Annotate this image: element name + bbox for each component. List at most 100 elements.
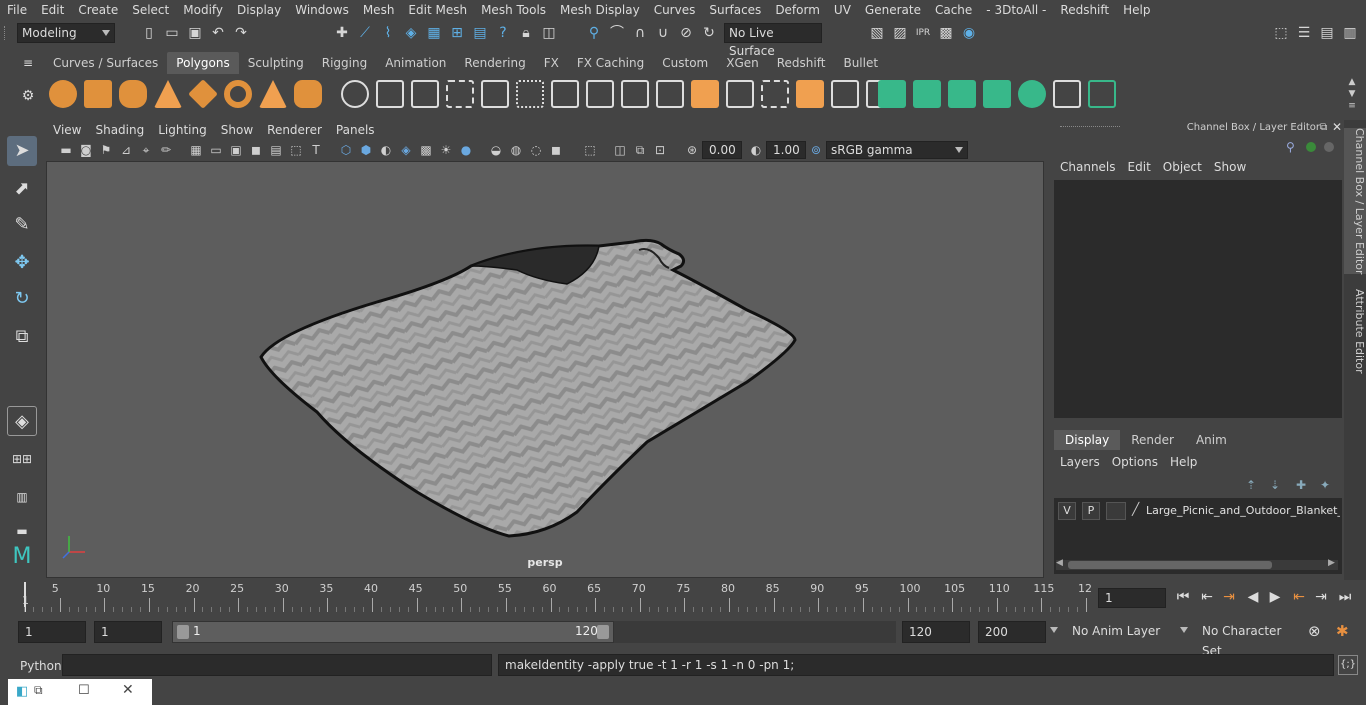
layer-visibility-toggle[interactable]: V [1058,502,1076,520]
viewport-menu-lighting[interactable]: Lighting [151,123,214,137]
current-frame-field[interactable]: 1 [1098,588,1166,608]
new-scene-icon[interactable]: ▯ [140,24,158,42]
layer-menu-help[interactable]: Help [1164,455,1203,469]
viewport-menu-show[interactable]: Show [214,123,260,137]
maximize-icon[interactable]: ☐ [78,683,90,698]
command-input[interactable] [62,654,492,676]
attribute-editor-toggle-icon[interactable]: ☰ [1295,24,1313,42]
tag-icon[interactable]: ⊘ [677,24,695,42]
menu-mesh[interactable]: Mesh [356,0,402,20]
side-tab-attribute-editor[interactable]: Attribute Editor [1344,288,1366,374]
render-sequence-icon[interactable]: ▨ [891,24,909,42]
window-app-icon[interactable]: ◧ [16,684,28,699]
viewport-menu-renderer[interactable]: Renderer [260,123,329,137]
menu-display[interactable]: Display [230,0,288,20]
channel-box-toggle-icon[interactable]: ▥ [1341,24,1359,42]
anim-layer-selector[interactable]: No Anim Layer [1066,621,1172,643]
shelf-settings-gear-icon[interactable]: ⚙ [18,88,38,108]
layer-tab-anim[interactable]: Anim [1185,430,1238,450]
backface-icon[interactable]: ⊡ [652,142,668,158]
snap-grid-icon[interactable]: ◈ [402,24,420,42]
range-end-handle[interactable] [597,625,609,639]
lasso-icon[interactable]: ⌒ [608,24,626,42]
uv-editor-icon[interactable] [831,80,859,108]
film-gate-icon[interactable]: ▭ [208,142,224,158]
poly-plane-icon[interactable] [188,79,218,109]
playback-end-field[interactable]: 120 [902,621,970,643]
step-forward-key-icon[interactable]: ⇤ [1290,588,1308,606]
mirror-icon[interactable] [411,80,439,108]
multi-cut-icon[interactable] [586,80,614,108]
grip-handle[interactable] [4,26,8,40]
move-layer-up-icon[interactable]: ⇡ [1246,478,1256,492]
layer-name[interactable]: Large_Picnic_and_Outdoor_Blanket_C [1146,504,1340,517]
modeling-toolkit-icon[interactable]: ⬚ [1272,24,1290,42]
bevel-icon[interactable] [551,80,579,108]
step-back-key-icon[interactable]: ⇥ [1220,588,1238,606]
exposure-field[interactable]: 0.00 [702,141,742,159]
gamma-field[interactable]: 1.00 [766,141,806,159]
custom-tool-3-icon[interactable] [948,80,976,108]
camera-select-icon[interactable]: ▬ [58,142,74,158]
channel-box-menu-channels[interactable]: Channels [1054,160,1122,174]
shelf-menu-icon[interactable]: ≡ [18,56,38,70]
menu-help[interactable]: Help [1116,0,1157,20]
ipr-render-icon[interactable]: IPR [914,24,932,42]
poly-cylinder-icon[interactable] [119,80,147,108]
key-icon[interactable]: ⚲ [1286,140,1295,154]
go-to-start-icon[interactable]: ⏮ [1174,588,1192,606]
poly-cube-icon[interactable] [84,80,112,108]
channel-box-area[interactable] [1054,180,1342,418]
close-panel-icon[interactable]: ✕ [1332,120,1342,134]
select-hierarchy-icon[interactable]: ✚ [333,24,351,42]
combine-icon[interactable] [341,80,369,108]
channel-box-menu-show[interactable]: Show [1208,160,1252,174]
snap-curve-icon[interactable]: ▦ [425,24,443,42]
layer-menu-layers[interactable]: Layers [1054,455,1106,469]
menu-mesh-display[interactable]: Mesh Display [553,0,647,20]
checker-icon[interactable] [1053,80,1081,108]
camera-attributes-icon[interactable]: ◙ [78,142,94,158]
live-surface-field[interactable]: No Live Surface [724,23,822,58]
snap-surface-icon[interactable]: ? [494,24,512,42]
lasso-tool-icon[interactable]: ⬈ [7,174,37,204]
menu-deform[interactable]: Deform [768,0,827,20]
redo-icon[interactable]: ↷ [232,24,250,42]
custom-tool-6-icon[interactable] [1088,80,1116,108]
exposure-icon[interactable]: ⊛ [684,142,700,158]
status-dot-icon[interactable] [1306,142,1316,152]
offset-edge-loop-icon[interactable] [691,80,719,108]
poly-torus-icon[interactable] [224,80,252,108]
wireframe-icon[interactable]: ⬡ [338,142,354,158]
open-scene-icon[interactable]: ▭ [163,24,181,42]
time-slider[interactable]: 1510152025303540455055606570758085909510… [20,580,1092,612]
smooth-shade-icon[interactable]: ⬢ [358,142,374,158]
layout-panel-icon[interactable]: ▥ [7,482,37,512]
field-chart-icon[interactable]: ▤ [268,142,284,158]
step-back-frame-icon[interactable]: ⇤ [1198,588,1216,606]
xray-icon[interactable]: ◈ [398,142,414,158]
range-slider[interactable]: 1 120 [172,621,614,643]
poly-pipe-icon[interactable] [294,80,322,108]
play-backward-icon[interactable]: ◀ [1244,588,1262,606]
shadows-icon[interactable]: ● [458,142,474,158]
custom-tool-4-icon[interactable] [983,80,1011,108]
menu-edit[interactable]: Edit [34,0,71,20]
layer-tab-display[interactable]: Display [1054,430,1121,450]
shelf-tab-redshift[interactable]: Redshift [768,52,835,74]
scale-tool-icon[interactable]: ⧉ [7,322,37,352]
safe-title-icon[interactable]: T [308,142,324,158]
planar-mapping-icon[interactable] [726,80,754,108]
mode-selector[interactable]: Modeling [17,23,115,43]
chevron-down-icon[interactable] [1180,627,1188,633]
insert-edge-loop-icon[interactable] [656,80,684,108]
magnet-icon[interactable]: ∩ [631,24,649,42]
safe-action-icon[interactable]: ⬚ [288,142,304,158]
menu-create[interactable]: Create [71,0,125,20]
xray-active-icon[interactable]: ⧉ [632,142,648,158]
poly-cone-icon[interactable] [154,80,182,108]
select-lock-icon[interactable]: ◫ [540,24,558,42]
bookmark-icon[interactable]: ⚑ [98,142,114,158]
layer-playback-toggle[interactable]: P [1082,502,1100,520]
target-weld-icon[interactable] [621,80,649,108]
